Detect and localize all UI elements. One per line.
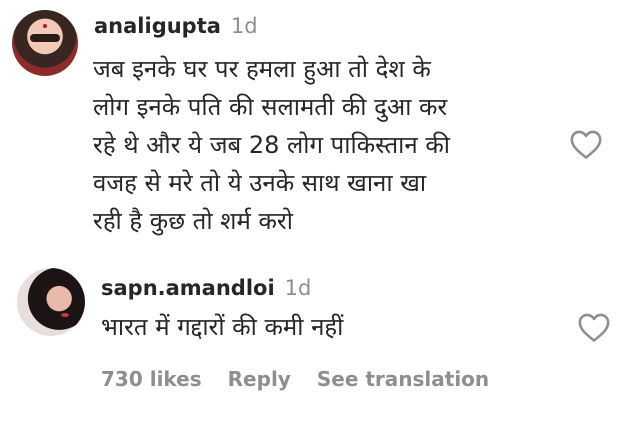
avatar[interactable] [12, 10, 78, 76]
avatar-detail [61, 313, 69, 317]
comments-panel: analigupta 1d जब इनके घर पर हमला हुआ तो … [0, 0, 639, 426]
comment-timestamp[interactable]: 1d [231, 14, 258, 38]
heart-outline-icon [578, 313, 610, 342]
like-button[interactable] [577, 311, 611, 343]
reply-button[interactable]: Reply [228, 367, 291, 391]
comment-item: analigupta 1d जब इनके घर पर हमला हुआ तो … [0, 0, 639, 250]
username-link[interactable]: analigupta [94, 14, 221, 38]
avatar-detail [30, 34, 60, 42]
username-link[interactable]: sapn.amandloi [101, 276, 275, 300]
comment-header: analigupta 1d [94, 14, 258, 38]
like-button[interactable] [569, 128, 603, 160]
comment-timestamp[interactable]: 1d [285, 276, 312, 300]
comment-header: sapn.amandloi 1d [101, 276, 311, 300]
heart-outline-icon [570, 130, 602, 159]
see-translation-button[interactable]: See translation [317, 367, 489, 391]
comment-actions: 730 likes Reply See translation [101, 367, 489, 391]
likes-count[interactable]: 730 likes [101, 367, 202, 391]
avatar[interactable] [17, 268, 85, 336]
avatar-detail [43, 24, 47, 28]
comment-text: भारत में गद्दारों की कमी नहीं [101, 313, 344, 341]
comment-item: sapn.amandloi 1d भारत में गद्दारों की कम… [0, 262, 639, 354]
comment-text: जब इनके घर पर हमला हुआ तो देश के लोग इनक… [93, 55, 450, 235]
